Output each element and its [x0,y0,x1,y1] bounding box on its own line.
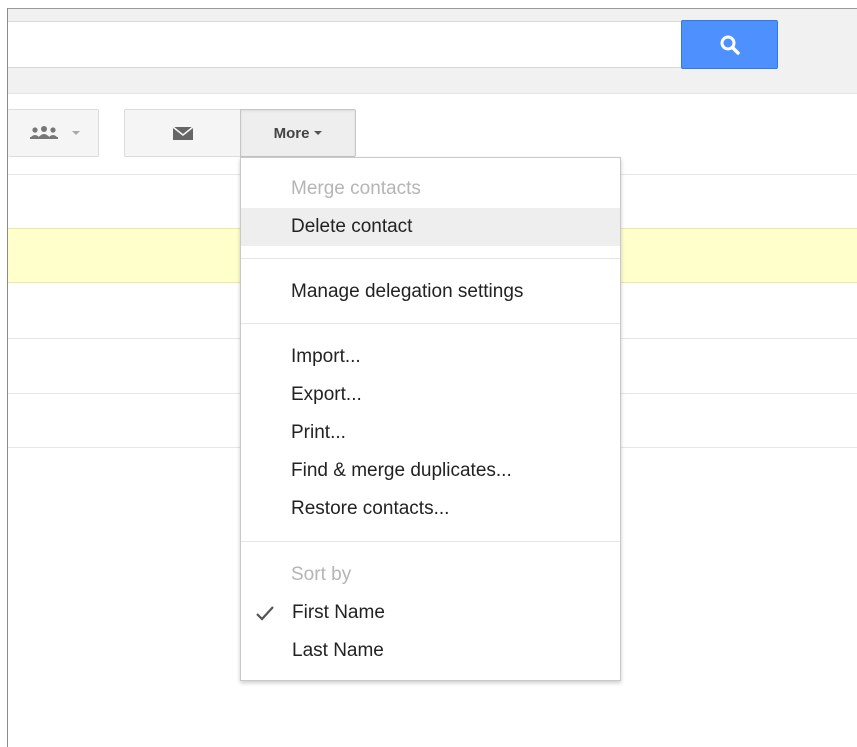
menu-item-label: Delete contact [291,216,413,237]
groups-button[interactable] [8,109,99,157]
menu-heading-label: Sort by [291,564,352,585]
menu-item-restore-contacts[interactable]: Restore contacts... [241,490,620,528]
menu-item-label: Export... [291,384,362,405]
menu-item-label: Import... [291,346,361,367]
menu-item-sort-last-name[interactable]: Last Name [241,632,620,670]
menu-item-find-merge-duplicates[interactable]: Find & merge duplicates... [241,452,620,490]
more-button-label: More [273,124,310,142]
menu-item-label: Find & merge duplicates... [291,460,512,481]
more-actions-menu: Merge contacts Delete contact Manage del… [240,157,621,681]
menu-item-manage-delegation[interactable]: Manage delegation settings [241,273,620,311]
more-button[interactable]: More [240,109,356,157]
menu-item-label: Merge contacts [291,178,421,199]
menu-item-label: First Name [292,602,385,623]
menu-heading-sort-by: Sort by [241,556,620,594]
menu-item-export[interactable]: Export... [241,376,620,414]
menu-item-delete-contact[interactable]: Delete contact [241,208,620,246]
menu-item-label: Last Name [292,640,384,661]
contacts-window: More Merge contacts Delete contact Manag… [0,0,857,747]
menu-item-label: Restore contacts... [291,498,450,519]
menu-item-print[interactable]: Print... [241,414,620,452]
chevron-down-icon [71,131,80,135]
chevron-down-icon [314,131,323,135]
menu-separator [241,541,620,542]
envelope-icon [172,126,193,140]
search-icon [720,35,740,55]
menu-separator [241,323,620,324]
email-button[interactable] [124,109,241,157]
menu-separator [241,258,620,259]
menu-item-merge-contacts: Merge contacts [241,170,620,208]
menu-item-import[interactable]: Import... [241,338,620,376]
search-button[interactable] [681,20,778,69]
menu-item-sort-first-name[interactable]: First Name [241,594,620,632]
menu-item-label: Print... [291,422,346,443]
people-icon [29,126,58,139]
menu-item-label: Manage delegation settings [291,281,524,302]
checkmark-icon [256,606,274,621]
search-input[interactable] [8,21,684,68]
